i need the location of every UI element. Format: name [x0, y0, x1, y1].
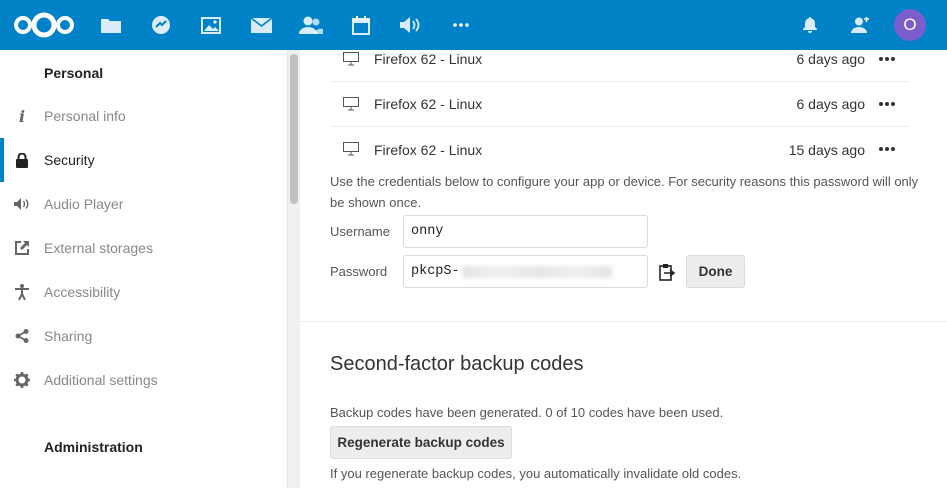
session-last-active: 6 days ago: [796, 96, 866, 112]
sidebar-item-label: Additional settings: [44, 372, 158, 388]
done-button[interactable]: Done: [686, 255, 745, 288]
files-icon[interactable]: [98, 0, 124, 50]
more-options-icon[interactable]: [879, 143, 895, 155]
app-password-info: Use the credentials below to configure y…: [330, 174, 919, 210]
personal-caption: Personal: [44, 65, 104, 81]
sidebar-item-label: Security: [44, 152, 95, 168]
session-last-active: 15 days ago: [788, 141, 865, 158]
activity-icon[interactable]: [148, 0, 174, 50]
settings-sidebar: Personal i Personal info Security Audio …: [0, 50, 288, 488]
lock-icon: [14, 152, 30, 168]
info-icon: i: [14, 108, 30, 124]
session-device-name: Firefox 62 - Linux: [374, 141, 483, 158]
clipboard-copy-icon[interactable]: [658, 263, 676, 281]
session-device-name: Firefox 62 - Linux: [374, 51, 483, 67]
session-device-name: Firefox 62 - Linux: [374, 96, 483, 112]
sidebar-item-accessibility[interactable]: Accessibility: [0, 270, 288, 314]
sidebar-item-label: Personal info: [44, 108, 126, 124]
desktop-icon: [343, 142, 359, 156]
session-row: Firefox 62 - Linux 15 days ago: [330, 127, 910, 172]
svg-text:i: i: [19, 108, 25, 124]
session-last-active: 6 days ago: [796, 51, 866, 67]
sidebar-item-label: Sharing: [44, 328, 93, 344]
sidebar-scrollbar-thumb[interactable]: [290, 54, 298, 204]
nextcloud-logo-icon[interactable]: [12, 0, 76, 50]
backup-codes-status: Backup codes have been generated. 0 of 1…: [330, 405, 724, 420]
password-blurred-remainder: [461, 265, 612, 278]
sidebar-item-audio-player[interactable]: Audio Player: [0, 182, 288, 226]
username-value: onny: [411, 224, 444, 239]
sidebar-item-label: Audio Player: [44, 196, 124, 212]
session-row: Firefox 62 - Linux 6 days ago: [330, 37, 910, 82]
sidebar-item-sharing[interactable]: Sharing: [0, 314, 288, 358]
more-options-icon[interactable]: [879, 53, 895, 65]
sidebar-item-external-storages[interactable]: External storages: [0, 226, 288, 270]
desktop-icon: [343, 52, 359, 66]
share-icon: [14, 328, 30, 344]
sidebar-item-security[interactable]: Security: [0, 138, 288, 182]
username-label: Username: [330, 224, 390, 239]
gear-icon: [14, 372, 30, 388]
speaker-icon: [14, 196, 30, 212]
sidebar-item-additional-settings[interactable]: Additional settings: [0, 358, 288, 402]
desktop-icon: [343, 97, 359, 111]
administration-caption: Administration: [44, 439, 143, 455]
password-field[interactable]: pkcpS-: [403, 255, 648, 288]
session-row: Firefox 62 - Linux 6 days ago: [330, 82, 910, 127]
section-divider: [300, 321, 947, 322]
accessibility-icon: [14, 284, 30, 300]
external-link-icon: [14, 240, 30, 256]
regenerate-backup-codes-button[interactable]: Regenerate backup codes: [330, 426, 512, 459]
password-label: Password: [330, 264, 388, 279]
backup-codes-hint: If you regenerate backup codes, you auto…: [330, 466, 742, 481]
sidebar-item-label: External storages: [44, 240, 153, 256]
security-settings-content: Firefox 62 - Linux 6 days ago Firefox 62…: [300, 50, 947, 488]
backup-codes-title: Second-factor backup codes: [330, 353, 584, 375]
sidebar-item-personal-info[interactable]: i Personal info: [0, 94, 288, 138]
more-options-icon[interactable]: [879, 98, 895, 110]
contacts-icon[interactable]: [298, 0, 324, 50]
password-visible-prefix: pkcpS-: [411, 264, 460, 279]
sidebar-item-label: Accessibility: [44, 284, 121, 300]
mail-icon[interactable]: [248, 0, 274, 50]
photos-icon[interactable]: [198, 0, 224, 50]
username-field[interactable]: onny: [403, 215, 648, 248]
